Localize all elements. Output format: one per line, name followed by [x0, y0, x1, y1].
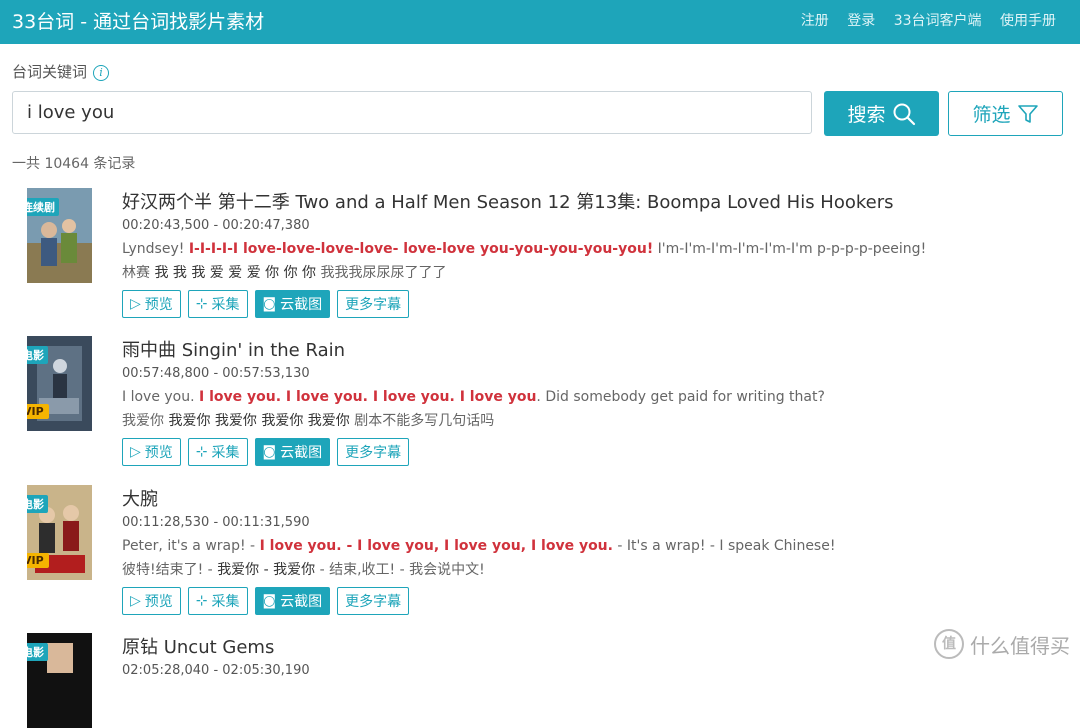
- subtitle-en: Peter, it's a wrap! - I love you. - I lo…: [122, 538, 835, 554]
- nav-register[interactable]: 注册: [801, 13, 829, 29]
- collect-button[interactable]: ⊹ 采集: [187, 587, 248, 615]
- subtitle-en-highlight: I love you. I love you. I love you. I lo…: [199, 389, 537, 405]
- filter-icon: [1017, 104, 1038, 123]
- subtitle-zh-highlight: 我爱你 - 我爱你: [217, 562, 316, 578]
- result-title[interactable]: 原钻 Uncut Gems: [122, 633, 274, 659]
- subtitle-zh-pre: 彼特!结束了! -: [122, 562, 218, 578]
- more-subtitles-button[interactable]: 更多字幕: [337, 290, 410, 318]
- poster-image[interactable]: 电影: [27, 633, 92, 728]
- cloud-screenshot-label: 云截图: [280, 297, 323, 313]
- subtitle-zh-highlight: 我 我 我 爱 爱 爱 你 你 你: [154, 265, 317, 281]
- result-time: 02:05:28,040 - 02:05:30,190: [122, 663, 310, 678]
- subtitle-zh-pre: 林赛: [122, 265, 155, 281]
- more-subtitles-label: 更多字幕: [345, 594, 402, 610]
- search-button-label: 搜索: [847, 104, 886, 126]
- nav-manual[interactable]: 使用手册: [1000, 13, 1056, 29]
- bookmark-icon: ⊹: [195, 296, 208, 312]
- more-subtitles-button[interactable]: 更多字幕: [337, 438, 410, 466]
- filter-button[interactable]: 筛选: [948, 91, 1063, 136]
- watermark-text: 什么值得买: [970, 633, 1070, 658]
- subtitle-en-highlight: I love you. - I love you, I love you, I …: [259, 538, 613, 554]
- result-title[interactable]: 大腕: [122, 485, 158, 511]
- collect-button[interactable]: ⊹ 采集: [187, 290, 248, 318]
- play-icon: ▷: [130, 296, 141, 312]
- bookmark-icon: ⊹: [195, 444, 208, 460]
- subtitle-en-post: I'm-I'm-I'm-I'm-I'm-I'm p-p-p-p-peeing!: [653, 241, 927, 257]
- bookmark-icon: ⊹: [195, 593, 208, 609]
- subtitle-zh-highlight: 我爱你 我爱你 我爱你 我爱你: [168, 413, 350, 429]
- collect-button[interactable]: ⊹ 采集: [187, 438, 248, 466]
- watermark: 值 什么值得买: [934, 629, 1070, 659]
- category-badge: 电影: [27, 346, 48, 364]
- preview-label: 预览: [144, 297, 173, 313]
- subtitle-en-pre: Lyndsey!: [122, 241, 189, 257]
- play-icon: ▷: [130, 444, 141, 460]
- preview-button[interactable]: ▷ 预览: [122, 587, 181, 615]
- preview-button[interactable]: ▷ 预览: [122, 438, 181, 466]
- collect-label: 采集: [211, 594, 240, 610]
- cloud-screenshot-button[interactable]: ◙ 云截图: [254, 587, 331, 615]
- action-bar: ▷ 预览 ⊹ 采集 ◙ 云截图 更多字幕: [122, 587, 410, 615]
- subtitle-en-highlight: I-I-I-I-I love-love-love-love- love-love…: [188, 241, 654, 257]
- vip-badge: VIP: [27, 404, 49, 419]
- info-icon[interactable]: i: [93, 65, 110, 81]
- more-subtitles-label: 更多字幕: [345, 297, 402, 313]
- result-title[interactable]: 好汉两个半 第十二季 Two and a Half Men Season 12 …: [122, 188, 894, 214]
- collect-label: 采集: [211, 297, 240, 313]
- search-icon: [893, 103, 915, 125]
- action-bar: ▷ 预览 ⊹ 采集 ◙ 云截图 更多字幕: [122, 290, 410, 318]
- cloud-screenshot-button[interactable]: ◙ 云截图: [254, 438, 331, 466]
- search-input[interactable]: [12, 91, 812, 134]
- preview-button[interactable]: ▷ 预览: [122, 290, 181, 318]
- keyword-label-text: 台词关键词: [12, 63, 88, 81]
- subtitle-en-post: - It's a wrap! - I speak Chinese!: [612, 538, 836, 554]
- keyword-label: 台词关键词 i: [12, 61, 110, 82]
- subtitle-en-pre: I love you.: [122, 389, 200, 405]
- result-time: 00:11:28,530 - 00:11:31,590: [122, 515, 310, 530]
- cloud-screenshot-label: 云截图: [280, 594, 323, 610]
- subtitle-zh: 林赛 我 我 我 爱 爱 爱 你 你 你 我我我尿尿尿了了了: [122, 262, 447, 282]
- nav-login[interactable]: 登录: [847, 13, 875, 29]
- record-count: 一共 10464 条记录: [12, 156, 136, 172]
- cloud-screenshot-label: 云截图: [280, 445, 323, 461]
- action-bar: ▷ 预览 ⊹ 采集 ◙ 云截图 更多字幕: [122, 438, 410, 466]
- filter-button-label: 筛选: [972, 104, 1011, 126]
- category-badge: 连续剧: [27, 198, 59, 216]
- preview-label: 预览: [144, 594, 173, 610]
- result-title[interactable]: 雨中曲 Singin' in the Rain: [122, 336, 345, 362]
- subtitle-zh-pre: 我爱你: [122, 413, 169, 429]
- site-title[interactable]: 33台词 - 通过台词找影片素材: [12, 7, 264, 34]
- play-icon: ▷: [130, 593, 141, 609]
- collect-label: 采集: [211, 445, 240, 461]
- poster-image[interactable]: 电影 VIP: [27, 485, 92, 580]
- subtitle-zh-post: 我我我尿尿尿了了了: [316, 265, 447, 281]
- result-time: 00:20:43,500 - 00:20:47,380: [122, 218, 310, 233]
- search-button[interactable]: 搜索: [824, 91, 939, 136]
- subtitle-en: I love you. I love you. I love you. I lo…: [122, 389, 825, 405]
- subtitle-zh: 彼特!结束了! - 我爱你 - 我爱你 - 结束,收工! - 我会说中文!: [122, 559, 485, 579]
- subtitle-en: Lyndsey! I-I-I-I-I love-love-love-love- …: [122, 241, 926, 257]
- subtitle-zh: 我爱你 我爱你 我爱你 我爱你 我爱你 剧本不能多写几句话吗: [122, 410, 494, 430]
- top-nav: 注册 登录 33台词客户端 使用手册: [787, 10, 1056, 30]
- result-time: 00:57:48,800 - 00:57:53,130: [122, 366, 310, 381]
- cloud-screenshot-button[interactable]: ◙ 云截图: [254, 290, 331, 318]
- subtitle-zh-post: - 结束,收工! - 我会说中文!: [315, 562, 485, 578]
- subtitle-en-pre: Peter, it's a wrap! -: [122, 538, 260, 554]
- poster-image[interactable]: 电影 VIP: [27, 336, 92, 431]
- subtitle-en-post: . Did somebody get paid for writing that…: [536, 389, 825, 405]
- camera-icon: ◙: [262, 444, 277, 460]
- watermark-logo-icon: 值: [934, 629, 964, 659]
- category-badge: 电影: [27, 495, 48, 513]
- more-subtitles-button[interactable]: 更多字幕: [337, 587, 410, 615]
- vip-badge: VIP: [27, 553, 49, 568]
- top-bar: 33台词 - 通过台词找影片素材 注册 登录 33台词客户端 使用手册: [0, 0, 1080, 44]
- preview-label: 预览: [144, 445, 173, 461]
- poster-image[interactable]: 连续剧: [27, 188, 92, 283]
- category-badge: 电影: [27, 643, 48, 661]
- camera-icon: ◙: [262, 593, 277, 609]
- subtitle-zh-post: 剧本不能多写几句话吗: [349, 413, 495, 429]
- nav-client[interactable]: 33台词客户端: [894, 13, 982, 29]
- camera-icon: ◙: [262, 296, 277, 312]
- more-subtitles-label: 更多字幕: [345, 445, 402, 461]
